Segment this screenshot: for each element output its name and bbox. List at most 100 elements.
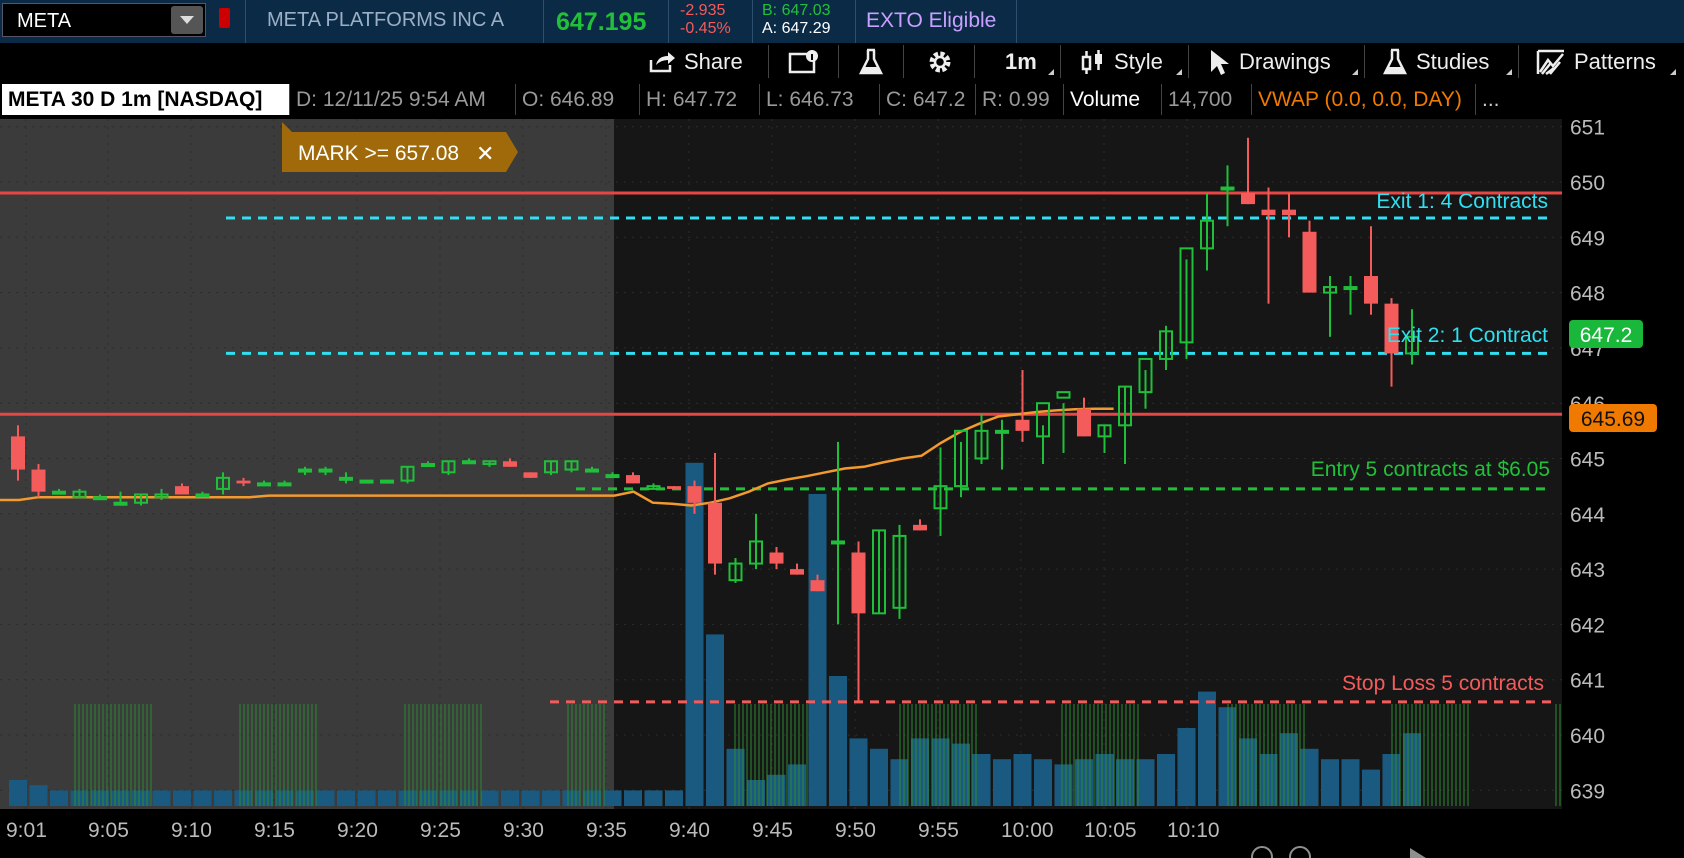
- more-studies[interactable]: ...: [1476, 84, 1516, 115]
- volume-bar: [706, 634, 724, 806]
- price-tick-label: 641: [1570, 670, 1605, 693]
- candle-body: [790, 569, 804, 575]
- volume-bar: [50, 790, 68, 806]
- candle-body: [1343, 286, 1358, 291]
- divider: [1060, 45, 1061, 78]
- candle-body: [52, 490, 66, 495]
- volume-bar: [1362, 769, 1380, 806]
- divider: [838, 45, 839, 78]
- cursor-arrow-icon: [1211, 49, 1229, 75]
- volume-bar: [152, 790, 171, 806]
- chevron-down-icon[interactable]: [171, 6, 203, 34]
- volume-bar: [1198, 691, 1216, 806]
- close-icon[interactable]: ✕: [476, 142, 494, 167]
- volume-bar: [685, 462, 704, 806]
- chart-toolbar: Share 1m Style Drawings Studies Patterns: [0, 43, 1684, 80]
- volume-bar: [1341, 759, 1360, 806]
- link-icon[interactable]: [219, 8, 230, 28]
- candle-body: [421, 463, 435, 468]
- exit2-label: Exit 2: 1 Contract: [1387, 324, 1548, 347]
- volume-bar: [9, 780, 27, 806]
- symbol-value: META: [17, 10, 72, 32]
- candle-body: [667, 486, 681, 489]
- candle-body: [626, 475, 640, 484]
- candle-body: [113, 501, 128, 506]
- time-tick-label: 9:25: [420, 819, 461, 842]
- company-name: META PLATFORMS INC A: [267, 9, 505, 31]
- bid-price: B: 647.03: [762, 2, 831, 19]
- volume-bar: [419, 790, 437, 806]
- patterns-menu[interactable]: Patterns: [1536, 43, 1656, 80]
- volume-bar: [644, 790, 663, 806]
- chart-settings-window-button[interactable]: [788, 43, 828, 80]
- patterns-label: Patterns: [1574, 48, 1656, 74]
- candle-body: [1282, 209, 1296, 216]
- time-tick-label: 9:55: [918, 819, 959, 842]
- volume-bar: [316, 790, 335, 806]
- volume-bar: [829, 676, 847, 806]
- time-axis[interactable]: 9:01 9:05 9:10 9:15 9:20 9:25 9:30 9:35 9:40 9:45…: [6, 819, 1220, 842]
- candle-body: [318, 468, 333, 473]
- stop-loss-label: Stop Loss 5 contracts: [1342, 672, 1544, 695]
- divider: [245, 0, 246, 43]
- share-button[interactable]: Share: [648, 43, 743, 80]
- volume-bar: [29, 785, 48, 806]
- divider: [1518, 45, 1519, 78]
- volume-bar: [1034, 759, 1052, 806]
- candlestick-style-icon: [1081, 49, 1102, 74]
- divider: [903, 45, 904, 78]
- bar-date: D: 12/11/25 9:54 AM: [290, 84, 516, 115]
- time-tick-label: 9:01: [6, 819, 47, 842]
- candle-body: [523, 472, 538, 478]
- price-chart[interactable]: Exit 1: 4 Contracts Exit 2: 1 Contract E…: [0, 0, 1684, 858]
- studies-label: Studies: [1416, 48, 1490, 74]
- candle-body: [831, 540, 845, 545]
- time-tick-label: 9:15: [254, 819, 295, 842]
- time-tick-label: 10:05: [1084, 819, 1137, 842]
- price-tick-label: 650: [1570, 172, 1605, 195]
- candle-body: [851, 552, 866, 614]
- flask-icon: [858, 48, 884, 74]
- studies-menu[interactable]: Studies: [1382, 43, 1489, 80]
- volume-bar: [480, 790, 499, 806]
- volume-bar: [398, 790, 417, 806]
- candle-body: [585, 468, 599, 473]
- volume-bar: [214, 790, 232, 806]
- bar-low: L: 646.73: [760, 84, 880, 115]
- candle-body: [257, 482, 271, 487]
- exit1-label: Exit 1: 4 Contracts: [1376, 190, 1548, 213]
- candle-body: [708, 502, 722, 564]
- settings-button[interactable]: [926, 43, 962, 80]
- volume-bar: [357, 790, 376, 806]
- candle-body: [339, 476, 353, 481]
- volume-bar: [337, 790, 355, 806]
- volume-bar: [849, 738, 868, 806]
- style-menu[interactable]: Style: [1080, 43, 1163, 80]
- pattern-icon: [1536, 49, 1564, 75]
- volume-bar: [1157, 754, 1175, 806]
- vwap-price-tag: 645.69: [1569, 404, 1657, 432]
- candle-body: [605, 474, 620, 479]
- candle-body: [1364, 276, 1378, 304]
- lab-button[interactable]: [858, 43, 892, 80]
- price-tick-label: 644: [1570, 504, 1605, 527]
- dropdown-indicator-icon: [1048, 69, 1054, 75]
- volume-bar: [808, 494, 827, 806]
- price-tick-label: 649: [1570, 227, 1605, 250]
- drawings-menu[interactable]: Drawings: [1207, 43, 1331, 80]
- top-quote-bar: META META PLATFORMS INC A 647.195 -2.935…: [0, 0, 1684, 43]
- candle-body: [687, 486, 702, 503]
- volume-study-label[interactable]: Volume: [1064, 84, 1162, 115]
- volume-value: 14,700: [1162, 84, 1252, 115]
- candle-body: [93, 496, 107, 501]
- symbol-selector[interactable]: META: [2, 3, 206, 37]
- timeframe-selector[interactable]: 1m: [1005, 43, 1037, 80]
- volume-bar: [1321, 759, 1339, 806]
- timeframe-label: 1m: [1005, 48, 1037, 74]
- time-tick-label: 9:20: [337, 819, 378, 842]
- chart-title[interactable]: META 30 D 1m [NASDAQ]: [2, 84, 290, 115]
- vwap-study-label[interactable]: VWAP (0.0, 0.0, DAY): [1252, 84, 1476, 115]
- time-tick-label: 9:40: [669, 819, 710, 842]
- volume-bar: [952, 743, 970, 806]
- candle-body: [1261, 209, 1276, 216]
